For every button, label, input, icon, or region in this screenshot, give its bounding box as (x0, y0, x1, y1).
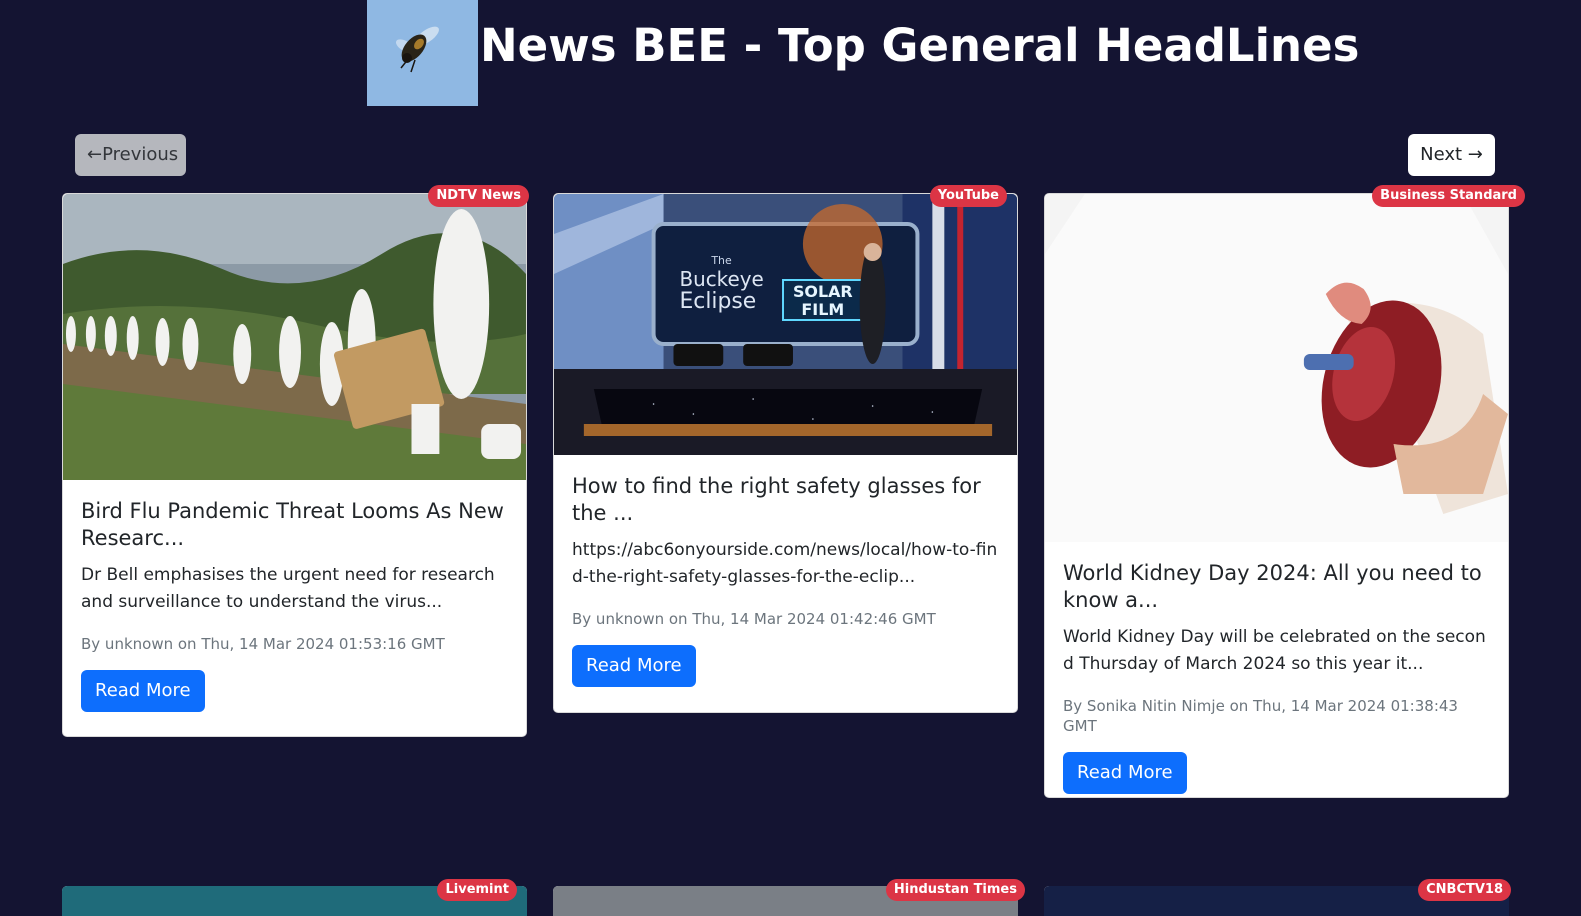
source-badge: YouTube (929, 185, 1007, 207)
article-title[interactable]: How to find the right safety glasses for… (572, 473, 999, 527)
news-card-peek: Hindustan Times (553, 879, 1025, 916)
site-header: News BEE - Top General HeadLines (0, 0, 1581, 110)
article-image (1045, 194, 1508, 542)
article-image: The Buckeye Eclipse SOLAR FILM (554, 194, 1017, 455)
article-description: https://abc6onyourside.com/news/local/ho… (572, 540, 998, 587)
source-badge: NDTV News (428, 185, 529, 207)
news-card: Business Standard World Kidney Day 2024:… (1044, 185, 1525, 798)
eclipse-buckeye-text: Buckeye (679, 267, 763, 291)
source-badge: Hindustan Times (885, 879, 1025, 901)
page-title: News BEE - Top General HeadLines (480, 19, 1360, 72)
source-badge: Business Standard (1372, 185, 1525, 207)
news-card-peek: Livemint (62, 879, 527, 916)
article-meta: By unknown on Thu, 14 Mar 2024 01:42:46 … (572, 610, 936, 628)
solar-text: SOLAR (793, 282, 853, 301)
article-image (63, 194, 526, 480)
eclipse-eclipse-text: Eclipse (679, 289, 756, 314)
news-card: NDTV News Bird Flu Pandemic Threat Looms… (62, 185, 529, 737)
read-more-button[interactable]: Read More (572, 645, 696, 687)
article-title[interactable]: Bird Flu Pandemic Threat Looms As New Re… (81, 498, 508, 552)
read-more-button[interactable]: Read More (81, 670, 205, 712)
next-button[interactable]: Next → (1408, 134, 1495, 176)
source-badge: CNBCTV18 (1418, 879, 1511, 901)
article-meta: By unknown on Thu, 14 Mar 2024 01:53:16 … (81, 635, 445, 653)
article-description: Dr Bell emphasises the urgent need for r… (81, 565, 495, 612)
article-title[interactable]: World Kidney Day 2024: All you need to k… (1063, 560, 1490, 614)
previous-button[interactable]: ←Previous (75, 134, 186, 176)
film-text: FILM (801, 300, 844, 319)
source-badge: Livemint (437, 879, 517, 901)
article-meta: By Sonika Nitin Nimje on Thu, 14 Mar 202… (1063, 697, 1458, 735)
eclipse-the-text: The (710, 254, 732, 267)
bee-logo-icon (367, 0, 478, 106)
read-more-button[interactable]: Read More (1063, 752, 1187, 794)
article-description: World Kidney Day will be celebrated on t… (1063, 627, 1486, 674)
news-card-peek: CNBCTV18 (1044, 879, 1511, 916)
news-card: YouTube The Buckeye Eclipse SOLAR FILM H… (553, 185, 1018, 713)
